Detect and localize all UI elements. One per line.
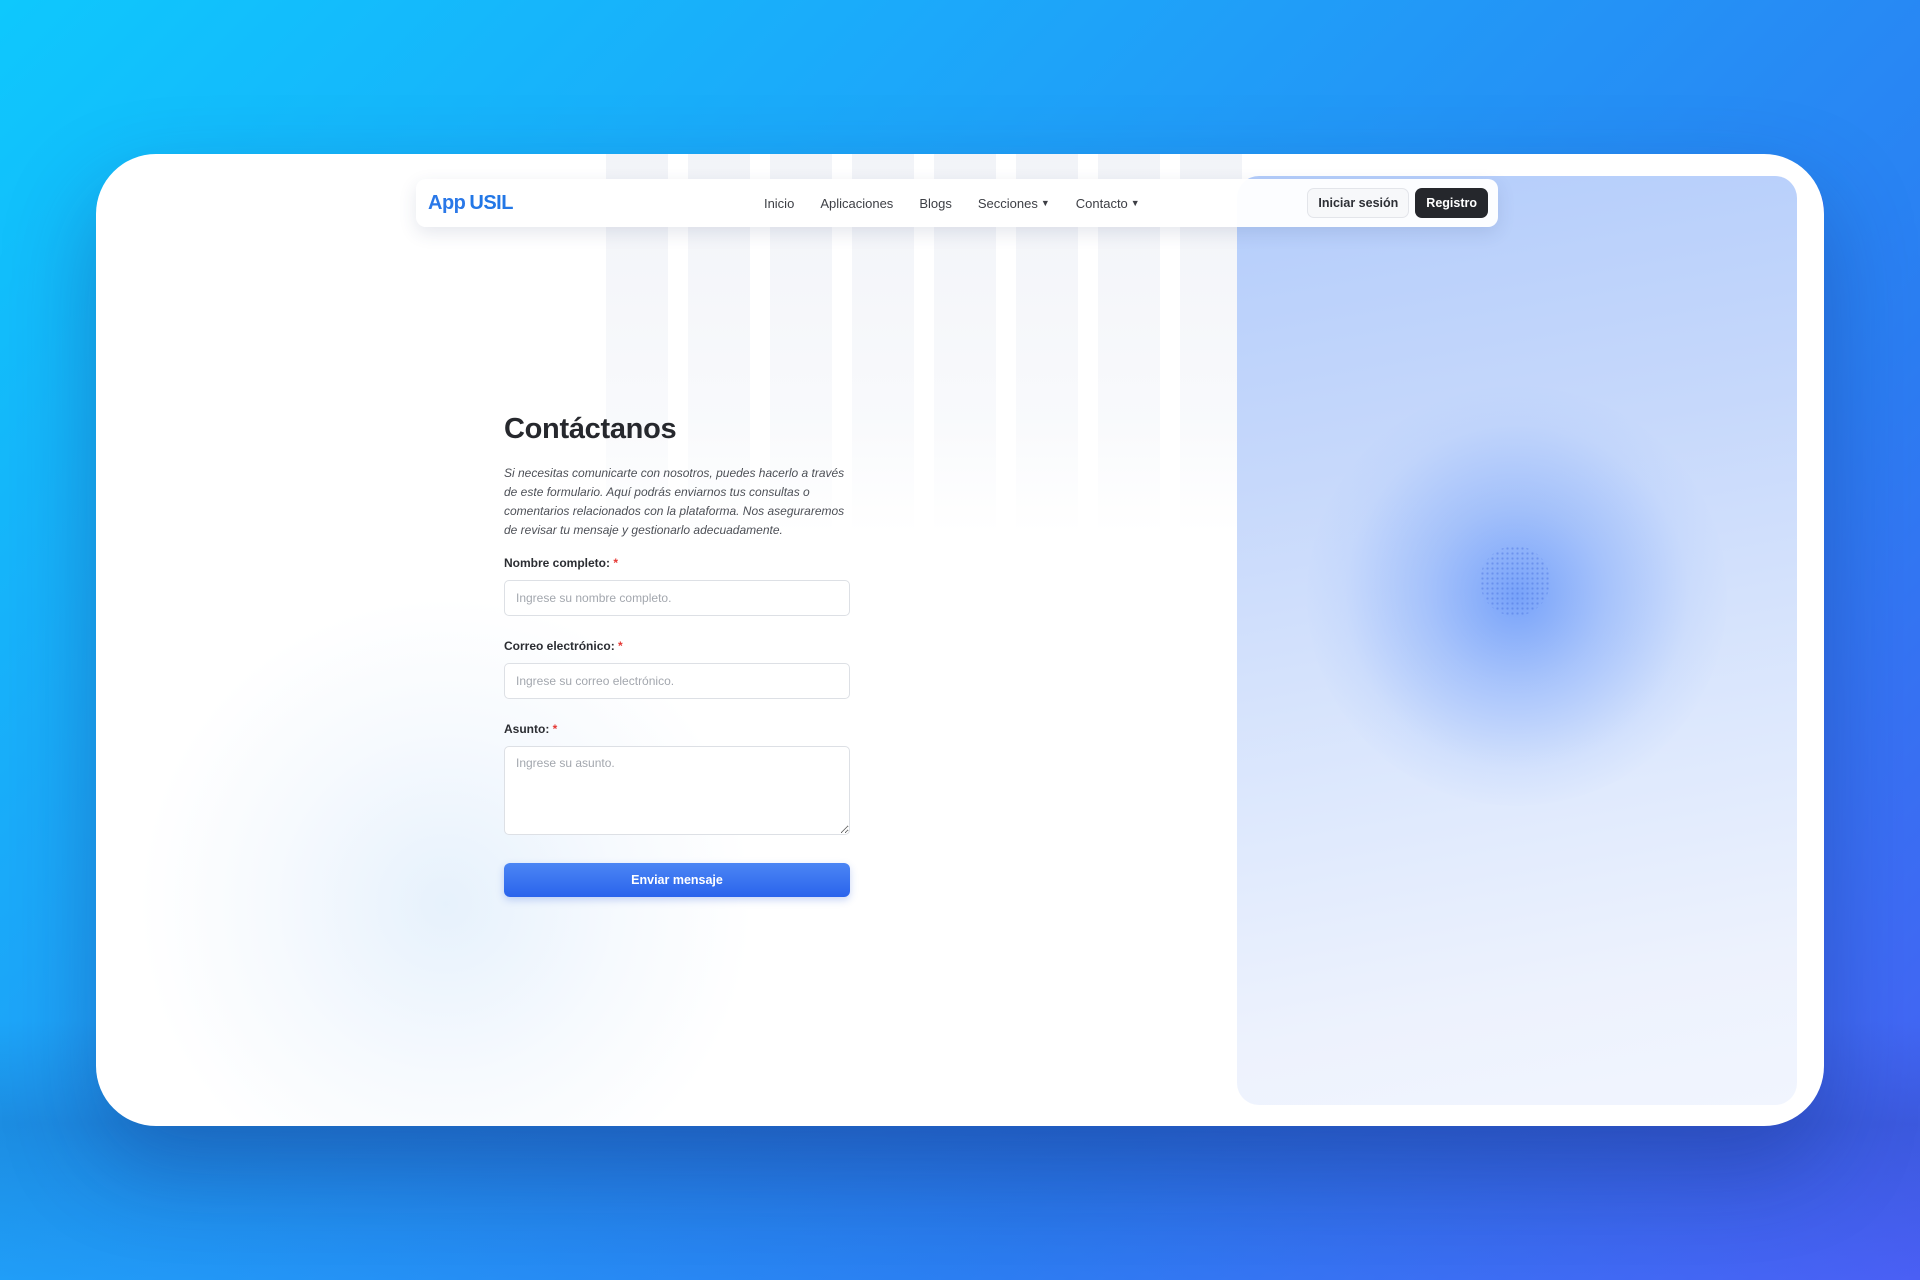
logo-part-usil: USIL bbox=[469, 191, 513, 214]
form-description: Si necesitas comunicarte con nosotros, p… bbox=[504, 466, 845, 537]
nav-link-label: Blogs bbox=[919, 195, 952, 211]
chevron-down-icon: ▼ bbox=[1040, 198, 1050, 208]
required-marker: * bbox=[618, 639, 623, 653]
nav-link-label: Secciones bbox=[977, 195, 1038, 211]
nav-dropdown-contacto[interactable]: Contacto ▼ bbox=[1076, 196, 1140, 211]
nav-link-blogs[interactable]: Blogs bbox=[919, 196, 952, 211]
name-input[interactable] bbox=[504, 580, 850, 616]
register-button[interactable]: Registro bbox=[1415, 188, 1488, 218]
nav-link-aplicaciones[interactable]: Aplicaciones bbox=[820, 196, 893, 211]
email-label-text: Correo electrónico: bbox=[504, 639, 615, 653]
nav-dropdown-secciones[interactable]: Secciones ▼ bbox=[978, 196, 1050, 211]
nav-link-inicio[interactable]: Inicio bbox=[764, 196, 794, 211]
name-label-text: Nombre completo: bbox=[504, 556, 611, 570]
nav-link-label: Aplicaciones bbox=[820, 195, 894, 211]
logo-part-app: App bbox=[428, 191, 466, 214]
navbar: App USIL Inicio Aplicaciones Blogs Seccio… bbox=[416, 179, 1498, 227]
hero-image-panel bbox=[1237, 176, 1797, 1105]
contact-form: Contáctanos Si necesitas comunicarte con… bbox=[504, 413, 850, 897]
login-button[interactable]: Iniciar sesión bbox=[1307, 188, 1410, 218]
nav-actions: Iniciar sesión Registro bbox=[1307, 188, 1488, 218]
nav-link-label: Inicio bbox=[763, 195, 795, 211]
email-input[interactable] bbox=[504, 663, 850, 699]
send-message-button[interactable]: Enviar mensaje bbox=[504, 863, 850, 897]
email-label: Correo electrónico: * bbox=[504, 639, 850, 653]
required-marker: * bbox=[552, 722, 558, 736]
subject-textarea[interactable] bbox=[504, 746, 850, 835]
logo[interactable]: App USIL bbox=[428, 192, 513, 215]
page-title: Contáctanos bbox=[504, 413, 677, 445]
hero-dot-pattern bbox=[1480, 546, 1550, 616]
nav-links: Inicio Aplicaciones Blogs Secciones ▼ Con… bbox=[764, 196, 1140, 211]
subject-label: Asunto: * bbox=[504, 722, 850, 736]
browser-frame: App USIL Inicio Aplicaciones Blogs Seccio… bbox=[96, 154, 1824, 1126]
chevron-down-icon: ▼ bbox=[1130, 198, 1140, 208]
name-label: Nombre completo: * bbox=[504, 556, 850, 570]
required-marker: * bbox=[613, 556, 619, 570]
subject-label-text: Asunto: bbox=[504, 722, 550, 736]
nav-link-label: Contacto bbox=[1075, 195, 1128, 211]
